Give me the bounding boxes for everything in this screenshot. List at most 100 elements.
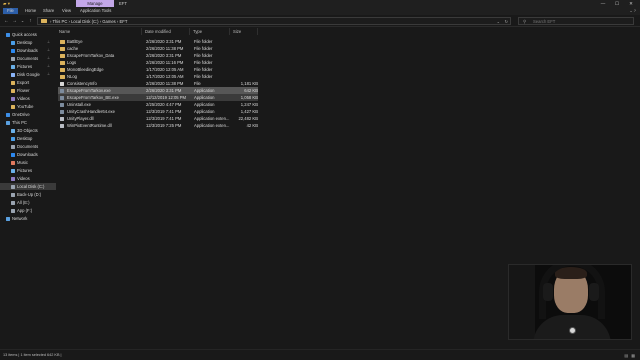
cell-name: ConsistencyInfo	[67, 81, 97, 86]
table-row[interactable]: EscapeFromTarkov.exe 2/26/2020 3:31 PM App…	[58, 87, 258, 94]
pin-icon: ⊥	[47, 72, 51, 76]
chevron-down-icon[interactable]: ⌄	[497, 18, 500, 25]
nav-item[interactable]: Disk Google ⊥	[0, 71, 56, 78]
cell-date: 2/26/2020 3:31 PM	[146, 39, 182, 44]
table-row[interactable]: BattlEye 2/26/2020 3:31 PM File folder	[58, 38, 258, 45]
manage-tab[interactable]: Manage	[76, 0, 114, 7]
folder-icon	[11, 104, 15, 109]
column-header-date[interactable]: Date modified	[142, 28, 190, 35]
view-toggle-icon[interactable]: ▤ ▦	[624, 352, 636, 359]
back-arrow-icon[interactable]: ←	[3, 18, 10, 24]
tab-share[interactable]: Share	[43, 8, 54, 14]
ribbon-expand-help-icon[interactable]: ⌄ ?	[629, 8, 636, 14]
breadcrumb[interactable]: › This PC › Local Disk (C:) › Games › EF…	[50, 18, 127, 25]
nav-item-label: Music	[17, 160, 28, 165]
nav-item[interactable]: Desktop	[0, 135, 56, 142]
network-icon	[6, 216, 10, 221]
table-row[interactable]: Logs 2/26/2020 11:16 PM File folder	[58, 59, 258, 66]
nav-item[interactable]: Local Disk (C:)	[0, 183, 56, 190]
picture-icon	[11, 168, 15, 173]
nav-item[interactable]: OneDrive	[0, 111, 56, 118]
nav-item[interactable]: Music	[0, 159, 56, 166]
computer-icon	[6, 120, 10, 125]
nav-item[interactable]: Videos	[0, 95, 56, 102]
application-icon	[60, 102, 64, 107]
forward-arrow-icon[interactable]: →	[11, 18, 18, 24]
nav-item[interactable]: Quick access	[0, 31, 56, 38]
cell-name: cache	[67, 46, 79, 51]
cell-type: File folder	[194, 53, 213, 58]
folder-icon	[11, 88, 15, 93]
refresh-icon[interactable]: ↻	[505, 18, 508, 25]
cell-name: WinPixEventRuntime.dll	[67, 123, 112, 128]
cell-size: 642 KB	[244, 88, 258, 93]
cell-name: NLog	[67, 74, 78, 79]
table-row[interactable]: MonoBleedingEdge 1/17/2020 12:05 AM File f…	[58, 66, 258, 73]
maximize-icon[interactable]: ☐	[610, 0, 624, 7]
nav-item[interactable]: Downloads ⊥	[0, 47, 56, 54]
table-row[interactable]: cache 2/26/2020 11:38 PM File folder	[58, 45, 258, 52]
table-row[interactable]: ConsistencyInfo 2/26/2020 11:38 PM File 1,1…	[58, 80, 258, 87]
table-row[interactable]: EscapeFromTarkov_BE.exe 12/12/2019 12:05 …	[58, 94, 258, 101]
nav-item-label: Desktop	[17, 40, 33, 45]
minimize-icon[interactable]: —	[596, 0, 610, 7]
address-field[interactable]: › This PC › Local Disk (C:) › Games › EF…	[37, 17, 511, 25]
tab-file[interactable]: File	[3, 8, 18, 14]
cell-size: 1,181 KB	[240, 81, 258, 86]
nav-item-label: Pictures	[17, 64, 33, 69]
desktop-icon	[11, 136, 15, 141]
table-row[interactable]: WinPixEventRuntime.dll 12/3/2019 7:25 PM A…	[58, 122, 258, 129]
close-icon[interactable]: ✕	[624, 0, 638, 7]
table-row[interactable]: UnityCrashHandler64.exe 12/3/2019 7:41 PM…	[58, 108, 258, 115]
navigation-pane: Quick access Desktop ⊥ Downloads ⊥ Documents ⊥…	[0, 28, 56, 349]
nav-item[interactable]: This PC	[0, 119, 56, 126]
nav-item[interactable]: YouTube	[0, 103, 56, 110]
cell-date: 1/17/2020 12:05 AM	[146, 67, 184, 72]
tab-view[interactable]: View	[62, 8, 71, 14]
window-title: EFT	[119, 1, 127, 6]
nav-item[interactable]: App (F:)	[0, 207, 56, 214]
nav-item[interactable]: Documents ⊥	[0, 55, 56, 62]
nav-item[interactable]: 3D Objects	[0, 127, 56, 134]
cell-date: 2/25/2020 4:47 PM	[146, 102, 182, 107]
quick-access-toolbar-icon[interactable]: ▰ ▾	[3, 1, 10, 6]
table-row[interactable]: Uninstall.exe 2/25/2020 4:47 PM Applicatio…	[58, 101, 258, 108]
search-input[interactable]: ⚲ Search EFT	[518, 17, 634, 25]
disk-icon	[11, 192, 15, 197]
cell-size: 1,247 KB	[240, 102, 258, 107]
cell-name: UnityPlayer.dll	[67, 116, 94, 121]
nav-item[interactable]: Pictures	[0, 167, 56, 174]
recent-locations-icon[interactable]: ⌄	[19, 18, 26, 24]
nav-item[interactable]: Videos	[0, 175, 56, 182]
nav-item[interactable]: Back-Up (D:)	[0, 191, 56, 198]
cell-size: 1,427 KB	[240, 109, 258, 114]
tab-application-tools[interactable]: Application Tools	[80, 8, 111, 14]
cell-date: 12/3/2019 7:41 PM	[146, 109, 182, 114]
table-row[interactable]: UnityPlayer.dll 12/3/2019 7:41 PM Applicat…	[58, 115, 258, 122]
nav-item[interactable]: Documents	[0, 143, 56, 150]
cell-size: 42 KB	[246, 123, 258, 128]
cell-type: Application	[194, 95, 215, 100]
nav-item[interactable]: Flower	[0, 87, 56, 94]
nav-item[interactable]: All (E:)	[0, 199, 56, 206]
folder-icon	[60, 74, 65, 79]
cell-date: 2/26/2020 11:38 PM	[146, 81, 184, 86]
video-icon	[11, 176, 15, 181]
cell-name: UnityCrashHandler64.exe	[67, 109, 115, 114]
up-arrow-icon[interactable]: ↑	[27, 18, 34, 24]
application-icon	[60, 88, 64, 93]
column-header-size[interactable]: Size	[230, 28, 258, 35]
nav-item[interactable]: Pictures ⊥	[0, 63, 56, 70]
status-bar: 13 items | 1 item selected 642 KB | ▤ ▦	[0, 349, 640, 360]
nav-item[interactable]: Export	[0, 79, 56, 86]
tab-home[interactable]: Home	[25, 8, 36, 14]
nav-item[interactable]: Network	[0, 215, 56, 222]
column-header-name[interactable]: Name	[56, 28, 142, 35]
column-header-type[interactable]: Type	[190, 28, 230, 35]
download-icon	[11, 152, 15, 157]
table-row[interactable]: EscapeFromTarkov_Data 2/26/2020 3:31 PM Fi…	[58, 52, 258, 59]
table-row[interactable]: NLog 1/17/2020 12:05 AM File folder	[58, 73, 258, 80]
cell-name: EscapeFromTarkov_Data	[67, 53, 115, 58]
nav-item[interactable]: Desktop ⊥	[0, 39, 56, 46]
nav-item[interactable]: Downloads	[0, 151, 56, 158]
